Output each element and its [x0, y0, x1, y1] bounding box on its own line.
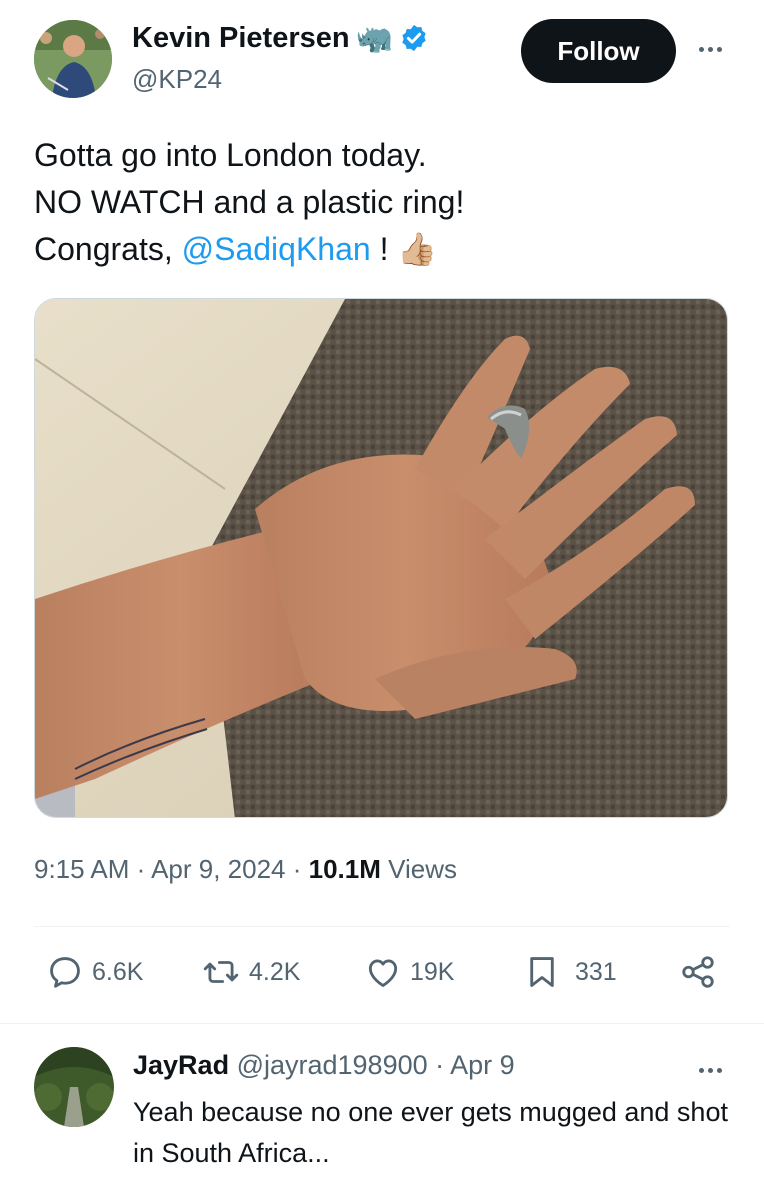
bookmark-action[interactable]: 331: [523, 950, 617, 994]
views-label: Views: [388, 854, 458, 884]
tweet-photo[interactable]: [34, 298, 728, 818]
divider: [0, 1023, 764, 1024]
tweet-text-segment: Congrats,: [34, 231, 182, 267]
author-name-row: Kevin Pietersen 🦏: [132, 18, 429, 58]
reply-handle[interactable]: @jayrad198900: [237, 1050, 428, 1080]
tweet-meta: 9:15 AM · Apr 9, 2024 · 10.1M Views: [34, 854, 458, 884]
reply-icon: [46, 953, 84, 991]
tweet-text-line: Congrats, @SadiqKhan ! 👍🏼: [34, 226, 734, 273]
reply-more-options-icon[interactable]: [699, 1068, 722, 1073]
reply-text: Yeah because no one ever gets mugged and…: [133, 1097, 728, 1168]
more-options-icon[interactable]: [699, 47, 722, 52]
like-action[interactable]: 19K: [364, 950, 454, 994]
bookmark-icon: [523, 952, 561, 992]
reply-action[interactable]: 6.6K: [46, 950, 143, 994]
like-count: 19K: [410, 957, 455, 986]
retweet-icon: [201, 953, 241, 991]
bookmark-count: 331: [575, 957, 617, 986]
verified-badge-icon[interactable]: [399, 23, 429, 53]
reply-author-avatar[interactable]: [34, 1047, 114, 1127]
author-display-name[interactable]: Kevin Pietersen: [132, 22, 350, 55]
tweet-text-line: NO WATCH and a plastic ring!: [34, 184, 465, 220]
tweet-date: Apr 9, 2024: [151, 854, 286, 884]
follow-button[interactable]: Follow: [521, 19, 676, 83]
retweet-count: 4.2K: [249, 957, 301, 986]
rhino-emoji: 🦏: [355, 21, 393, 55]
retweet-action[interactable]: 4.2K: [201, 950, 300, 994]
thumbs-up-emoji: 👍🏼: [397, 231, 438, 267]
tweet-text-segment: !: [370, 231, 389, 267]
heart-icon: [364, 953, 402, 991]
reply-date[interactable]: Apr 9: [450, 1050, 515, 1080]
tweet-time: 9:15 AM: [34, 854, 130, 884]
author-avatar[interactable]: [34, 20, 112, 98]
divider: [34, 926, 730, 927]
reply-display-name[interactable]: JayRad: [133, 1050, 229, 1080]
views-count[interactable]: 10.1M: [309, 854, 381, 884]
mention-link[interactable]: @SadiqKhan: [182, 231, 371, 267]
share-icon: [679, 953, 717, 991]
tweet-text-line: Gotta go into London today.: [34, 137, 427, 173]
reply-header: JayRad @jayrad198900 · Apr 9: [133, 1050, 515, 1080]
share-action[interactable]: [679, 950, 717, 994]
tweet-text: Gotta go into London today. NO WATCH and…: [34, 132, 734, 273]
author-handle[interactable]: @KP24: [132, 64, 222, 95]
reply-count: 6.6K: [92, 957, 144, 986]
